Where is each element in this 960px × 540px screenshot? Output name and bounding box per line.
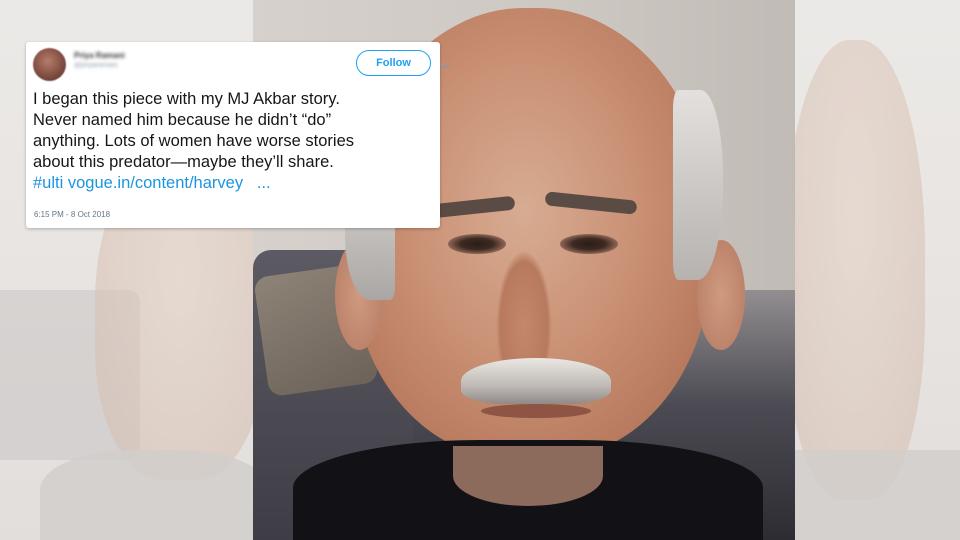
tweet-line: about this predator—maybe they’ll share. bbox=[33, 153, 334, 171]
avatar[interactable] bbox=[33, 48, 66, 81]
tweet-card: Priya Ramani @priyaramani Follow I began… bbox=[26, 42, 450, 228]
chevron-down-icon[interactable] bbox=[440, 57, 450, 75]
user-handle[interactable]: @priyaramani bbox=[74, 62, 118, 69]
tweet-timestamp[interactable]: 6:15 PM - 8 Oct 2018 bbox=[34, 210, 110, 219]
display-name[interactable]: Priya Ramani bbox=[74, 51, 125, 60]
tweet-line: anything. Lots of women have worse stori… bbox=[33, 132, 355, 150]
ellipsis: ... bbox=[256, 174, 271, 192]
hashtag-link[interactable]: #ulti bbox=[33, 174, 63, 192]
tweet-line: I began this piece with my MJ Akbar stor… bbox=[33, 90, 340, 108]
article-link[interactable]: vogue.in/content/harvey bbox=[68, 174, 243, 192]
right-faded-panel bbox=[795, 0, 960, 540]
tweet-line: Never named him because he didn’t “do” bbox=[33, 111, 332, 129]
follow-button[interactable]: Follow bbox=[356, 50, 431, 76]
tweet-text: I began this piece with my MJ Akbar stor… bbox=[33, 89, 438, 194]
